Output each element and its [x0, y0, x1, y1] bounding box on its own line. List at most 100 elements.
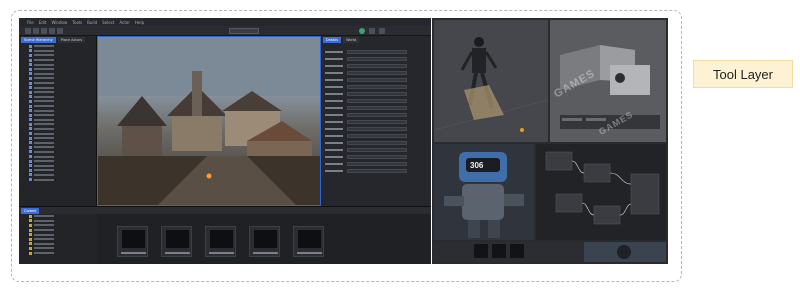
rotate-icon[interactable]: [49, 28, 55, 34]
actor-name-placeholder: [34, 59, 54, 62]
play-icon[interactable]: [359, 28, 365, 34]
property-row[interactable]: [325, 64, 407, 68]
property-field[interactable]: [347, 169, 407, 173]
property-row[interactable]: [325, 92, 407, 96]
property-row[interactable]: [325, 85, 407, 89]
stop-icon[interactable]: [379, 28, 385, 34]
actor-icon: [29, 141, 32, 145]
menu-item[interactable]: Window: [51, 20, 67, 25]
property-row[interactable]: [325, 134, 407, 138]
tool-screenshots-collage: 306 GAMES GAMES: [432, 18, 668, 264]
folder-list: [19, 214, 97, 255]
menu-item[interactable]: File: [27, 20, 34, 25]
property-field[interactable]: [347, 141, 407, 145]
outliner-row[interactable]: [19, 177, 96, 182]
actor-icon: [29, 113, 32, 117]
property-label-placeholder: [325, 170, 343, 172]
asset-thumbnail: [210, 230, 233, 248]
actor-icon: [29, 67, 32, 71]
property-field[interactable]: [347, 127, 407, 131]
property-row[interactable]: [325, 148, 407, 152]
property-row[interactable]: [325, 71, 407, 75]
character-preview: 306: [434, 144, 534, 240]
asset-tile[interactable]: [205, 226, 236, 257]
actor-name-placeholder: [34, 72, 54, 75]
property-row[interactable]: [325, 106, 407, 110]
actor-name-placeholder: [34, 49, 54, 52]
property-row[interactable]: [325, 50, 407, 54]
menu-item[interactable]: Help: [135, 20, 144, 25]
property-row[interactable]: [325, 120, 407, 124]
property-label-placeholder: [325, 135, 343, 137]
actor-name-placeholder: [34, 169, 54, 172]
folder-name-placeholder: [34, 229, 54, 232]
actor-name-placeholder: [34, 54, 54, 57]
pause-icon[interactable]: [369, 28, 375, 34]
property-row[interactable]: [325, 99, 407, 103]
property-row[interactable]: [325, 162, 407, 166]
folder-icon: [29, 242, 32, 246]
menu-item[interactable]: Tools: [72, 20, 82, 25]
property-field[interactable]: [347, 57, 407, 61]
property-row[interactable]: [325, 169, 407, 173]
menu-item[interactable]: Build: [87, 20, 97, 25]
tab-details[interactable]: Details: [323, 37, 342, 43]
property-field[interactable]: [347, 148, 407, 152]
property-label-placeholder: [325, 65, 343, 67]
property-field[interactable]: [347, 78, 407, 82]
asset-tile[interactable]: [293, 226, 324, 257]
save-icon[interactable]: [25, 28, 31, 34]
property-field[interactable]: [347, 71, 407, 75]
level-viewport[interactable]: [97, 36, 321, 206]
tab-place-actors[interactable]: Place Actors: [57, 37, 86, 43]
actor-icon: [29, 81, 32, 85]
folder-row[interactable]: [19, 251, 97, 256]
property-row[interactable]: [325, 78, 407, 82]
property-label-placeholder: [325, 86, 343, 88]
asset-tile[interactable]: [161, 226, 192, 257]
mode-dropdown[interactable]: [229, 28, 259, 34]
asset-name-placeholder: [297, 252, 322, 254]
folder-icon: [29, 233, 32, 237]
folder-name-placeholder: [34, 224, 54, 227]
property-field[interactable]: [347, 120, 407, 124]
actor-name-placeholder: [34, 82, 54, 85]
select-icon[interactable]: [33, 28, 39, 34]
property-field[interactable]: [347, 92, 407, 96]
property-label-placeholder: [325, 156, 343, 158]
property-field[interactable]: [347, 50, 407, 54]
tab-world[interactable]: World: [343, 37, 360, 43]
property-row[interactable]: [325, 113, 407, 117]
menu-item[interactable]: Actor: [119, 20, 130, 25]
property-field[interactable]: [347, 155, 407, 159]
asset-name-placeholder: [253, 252, 278, 254]
outliner-tree: [19, 44, 96, 182]
actor-icon: [29, 53, 32, 57]
property-field[interactable]: [347, 99, 407, 103]
actor-name-placeholder: [34, 146, 54, 149]
asset-tile[interactable]: [249, 226, 280, 257]
tool-layer-label: Tool Layer: [693, 60, 793, 88]
folder-name-placeholder: [34, 247, 54, 250]
menu-item[interactable]: Select: [102, 20, 114, 25]
property-label-placeholder: [325, 93, 343, 95]
actor-name-placeholder: [34, 141, 54, 144]
property-row[interactable]: [325, 57, 407, 61]
menu-item[interactable]: Edit: [39, 20, 47, 25]
property-field[interactable]: [347, 113, 407, 117]
folder-icon: [29, 214, 32, 218]
property-field[interactable]: [347, 162, 407, 166]
property-field[interactable]: [347, 85, 407, 89]
property-label-placeholder: [325, 51, 343, 53]
tab-scene-hierarchy[interactable]: Scene Hierarchy: [21, 37, 56, 43]
property-row[interactable]: [325, 127, 407, 131]
property-row[interactable]: [325, 141, 407, 145]
property-row[interactable]: [325, 155, 407, 159]
property-field[interactable]: [347, 134, 407, 138]
scale-icon[interactable]: [57, 28, 63, 34]
asset-strip: [434, 242, 666, 262]
asset-tile[interactable]: [117, 226, 148, 257]
property-field[interactable]: [347, 106, 407, 110]
move-icon[interactable]: [41, 28, 47, 34]
property-field[interactable]: [347, 64, 407, 68]
